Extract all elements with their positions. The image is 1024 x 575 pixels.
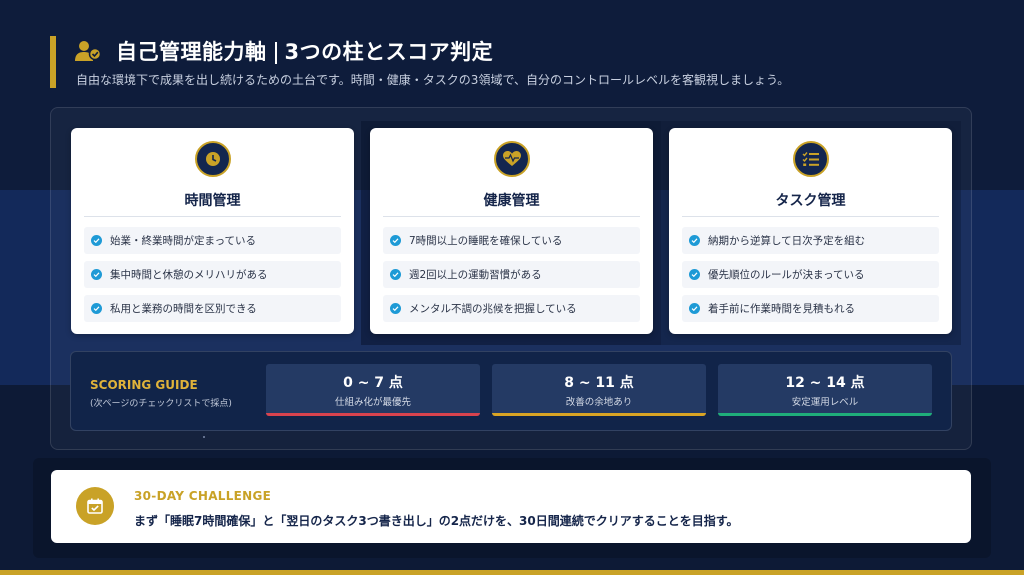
card-title: 健康管理 (483, 193, 540, 209)
check-item-label: 納期から逆算して日次予定を組む (708, 235, 866, 247)
score-range-low: 0 ~ 7 点 仕組み化が最優先 (266, 364, 480, 416)
score-range-value: 12 ~ 14 点 (785, 375, 865, 391)
card-divider (682, 216, 939, 217)
clock-icon (194, 141, 231, 177)
check-item: メンタル不調の兆候を把握している (383, 295, 640, 322)
challenge-text: まず「睡眠7時間確保」と「翌日のタスク3つ書き出し」の2点だけを、30日間連続で… (134, 514, 739, 528)
check-circle-icon (91, 235, 102, 246)
card-title: 時間管理 (184, 193, 241, 209)
check-item: 着手前に作業時間を見積もれる (682, 295, 939, 322)
check-circle-icon (390, 269, 401, 280)
score-range-value: 8 ~ 11 点 (564, 375, 634, 391)
check-item-label: 週2回以上の運動習慣がある (409, 269, 542, 281)
check-item: 私用と業務の時間を区別できる (84, 295, 341, 322)
check-item: 7時間以上の睡眠を確保している (383, 227, 640, 254)
check-item: 優先順位のルールが決まっている (682, 261, 939, 288)
page-subtitle: 自由な環境下で成果を出し続けるための土台です。時間・健康・タスクの3領域で、自分… (76, 73, 790, 87)
users-icon (74, 38, 104, 64)
check-circle-icon (689, 303, 700, 314)
pillar-card-task: タスク管理 納期から逆算して日次予定を組む 優先順位のルールが決まっている 着手… (669, 128, 952, 334)
title-separator (274, 42, 277, 64)
scoring-guide-note: (次ページのチェックリストで採点) (90, 399, 232, 409)
calendar-check-icon (76, 487, 114, 525)
bottom-accent-bar (0, 570, 1024, 575)
heartbeat-icon (493, 141, 530, 177)
check-item-label: 着手前に作業時間を見積もれる (708, 303, 855, 315)
checklist-icon (792, 141, 829, 177)
check-circle-icon (689, 235, 700, 246)
title-sub: 3つの柱とスコア判定 (284, 40, 494, 64)
header-accent-bar (50, 36, 56, 88)
card-title: タスク管理 (775, 193, 846, 209)
score-range-desc: 改善の余地あり (565, 397, 633, 408)
check-circle-icon (91, 269, 102, 280)
check-item: 集中時間と休憩のメリハリがある (84, 261, 341, 288)
score-range-desc: 仕組み化が最優先 (334, 397, 411, 408)
check-circle-icon (390, 303, 401, 314)
score-range-bar (266, 413, 480, 416)
page-title-text: 自己管理能力軸 3つの柱とスコア判定 (116, 36, 493, 66)
score-range-mid: 8 ~ 11 点 改善の余地あり (492, 364, 706, 416)
score-range-bar (492, 413, 706, 416)
card-divider (383, 216, 640, 217)
score-range-bar (718, 413, 932, 416)
check-item-label: 私用と業務の時間を区別できる (110, 303, 257, 315)
check-item-label: 集中時間と休憩のメリハリがある (110, 269, 268, 281)
card-divider (84, 216, 341, 217)
check-item: 始業・終業時間が定まっている (84, 227, 341, 254)
check-item: 納期から逆算して日次予定を組む (682, 227, 939, 254)
pillar-card-time: 時間管理 始業・終業時間が定まっている 集中時間と休憩のメリハリがある 私用と業… (71, 128, 354, 334)
check-item-label: 始業・終業時間が定まっている (110, 235, 257, 247)
scoring-guide-label: SCORING GUIDE (90, 378, 198, 392)
score-range-desc: 安定運用レベル (791, 397, 859, 408)
check-item-label: 優先順位のルールが決まっている (708, 269, 865, 281)
check-circle-icon (390, 235, 401, 246)
page-title: 自己管理能力軸 3つの柱とスコア判定 (74, 36, 493, 66)
check-circle-icon (91, 303, 102, 314)
check-item-label: 7時間以上の睡眠を確保している (409, 235, 563, 247)
check-item: 週2回以上の運動習慣がある (383, 261, 640, 288)
title-main: 自己管理能力軸 (116, 40, 267, 64)
decorative-dot (203, 436, 205, 438)
check-item-label: メンタル不調の兆候を把握している (409, 303, 577, 315)
pillar-card-health: 健康管理 7時間以上の睡眠を確保している 週2回以上の運動習慣がある メンタル不… (370, 128, 653, 334)
challenge-label: 30-DAY CHALLENGE (134, 489, 272, 503)
challenge-card (51, 470, 971, 543)
score-range-high: 12 ~ 14 点 安定運用レベル (718, 364, 932, 416)
check-circle-icon (689, 269, 700, 280)
score-range-value: 0 ~ 7 点 (343, 375, 403, 391)
